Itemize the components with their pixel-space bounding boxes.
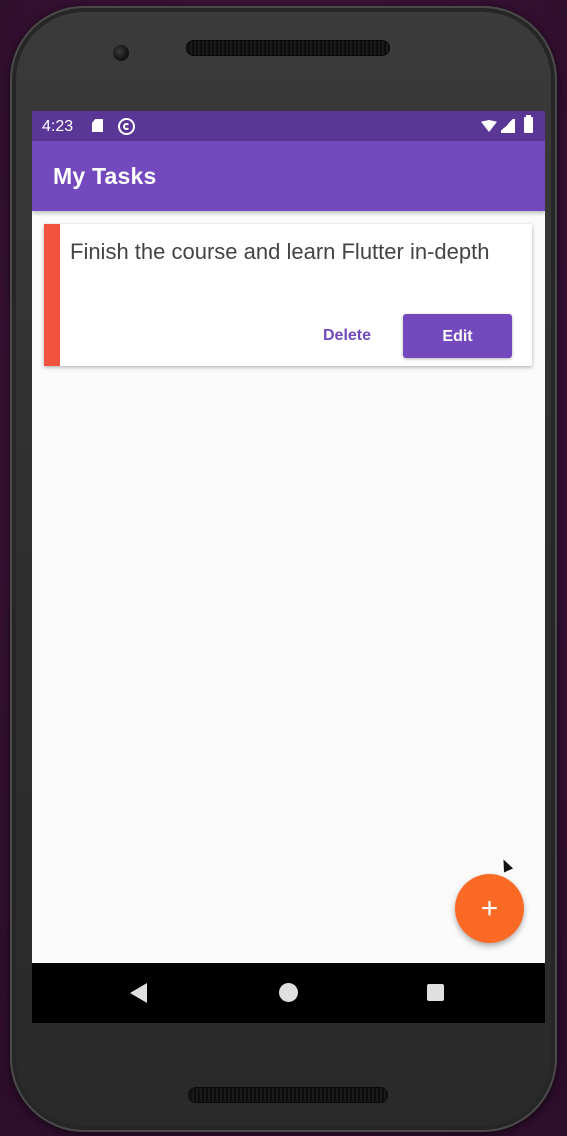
front-camera <box>113 45 129 61</box>
mouse-cursor-icon <box>498 857 514 873</box>
sync-icon <box>118 118 135 135</box>
signal-icon <box>501 119 515 133</box>
task-priority-stripe <box>44 224 60 366</box>
page-title: My Tasks <box>53 163 157 189</box>
status-time: 4:23 <box>42 118 74 135</box>
recents-icon[interactable] <box>427 984 444 1001</box>
task-text: Finish the course and learn Flutter in-d… <box>70 239 490 264</box>
wifi-icon <box>481 120 497 132</box>
battery-icon <box>524 115 533 133</box>
app-bar: My Tasks <box>32 141 545 211</box>
add-task-button[interactable]: + <box>455 874 524 943</box>
status-bar: 4:23 <box>32 111 545 141</box>
device-screen: 4:23 My Tasks Finish the course and lear… <box>32 111 545 1023</box>
home-icon[interactable] <box>279 983 298 1002</box>
plus-icon: + <box>480 892 499 925</box>
earpiece-speaker <box>186 40 390 56</box>
back-icon[interactable] <box>130 983 147 1003</box>
edit-button[interactable]: Edit <box>403 314 512 358</box>
system-nav-bar <box>32 963 545 1023</box>
bottom-speaker <box>188 1087 388 1103</box>
task-card[interactable]: Finish the course and learn Flutter in-d… <box>44 224 532 366</box>
delete-button[interactable]: Delete <box>312 321 382 351</box>
sd-card-icon <box>92 119 103 132</box>
